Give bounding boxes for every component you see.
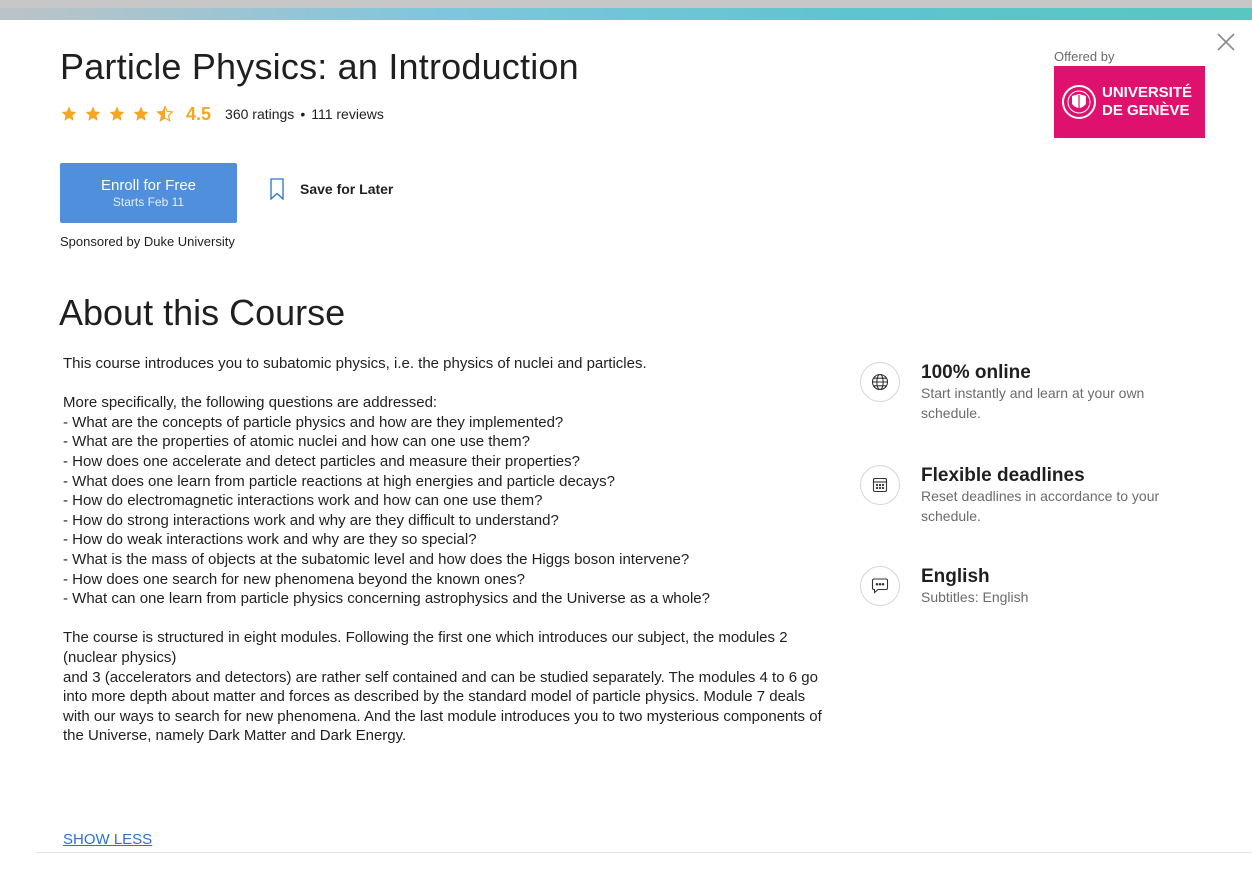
star-icon <box>85 106 101 121</box>
feature-title: Flexible deadlines <box>921 465 1085 486</box>
separator-dot: • <box>300 106 306 122</box>
logo-line2: DE GENÈVE <box>1102 102 1190 119</box>
logo-line1: UNIVERSITÉ <box>1102 84 1193 101</box>
reviews-count[interactable]: 111 reviews <box>311 106 384 122</box>
globe-icon <box>860 362 900 402</box>
question-item: - How do strong interactions work and wh… <box>63 511 559 529</box>
questions-intro: More specifically, the following questio… <box>63 394 438 412</box>
star-rating <box>60 105 180 123</box>
close-icon[interactable] <box>1214 30 1238 54</box>
sponsor-text: Sponsored by Duke University <box>60 234 235 249</box>
enroll-button[interactable]: Enroll for Free Starts Feb 11 <box>60 163 237 223</box>
save-for-later-button[interactable]: Save for Later <box>270 178 393 200</box>
ratings-count[interactable]: 360 ratings <box>225 106 294 122</box>
question-item: - What is the mass of objects at the sub… <box>63 550 690 568</box>
feature-online: 100% online Start instantly and learn at… <box>860 362 1191 423</box>
about-heading: About this Course <box>59 292 346 333</box>
enroll-start-date: Starts Feb 11 <box>112 194 185 209</box>
question-item: - What are the concepts of particle phys… <box>63 413 564 431</box>
star-icon <box>109 106 125 121</box>
divider <box>36 852 1252 853</box>
structure-text-2: and 3 (accelerators and detectors) are r… <box>63 668 822 745</box>
save-for-later-label: Save for Later <box>300 181 394 197</box>
feature-title: English <box>921 566 990 587</box>
rating-row: 4.5 360 ratings • 111 reviews <box>60 102 384 126</box>
enroll-label: Enroll for Free <box>100 176 197 194</box>
university-logo[interactable]: UNIVERSITÉ DE GENÈVE <box>1054 66 1205 138</box>
feature-subtitle: Start instantly and learn at your own sc… <box>921 385 1145 421</box>
structure-text-1: The course is structured in eight module… <box>63 629 788 666</box>
question-item: - How does one search for new phenomena … <box>63 570 525 588</box>
feature-language: English Subtitles: English <box>860 566 1191 608</box>
course-title: Particle Physics: an Introduction <box>60 46 579 87</box>
question-item: - How does one accelerate and detect par… <box>63 452 580 470</box>
seal-icon <box>1062 85 1096 119</box>
show-less-link[interactable]: SHOW LESS <box>63 831 152 848</box>
feature-subtitle: Subtitles: English <box>921 589 1029 605</box>
question-item: - How do weak interactions work and why … <box>63 531 477 549</box>
calendar-icon <box>860 465 900 505</box>
course-description: This course introduces you to subatomic … <box>63 354 823 746</box>
star-icon <box>61 106 77 121</box>
question-item: - What can one learn from particle physi… <box>63 590 710 608</box>
description-intro: This course introduces you to subatomic … <box>63 355 647 372</box>
offered-by-label: Offered by <box>1054 49 1115 64</box>
feature-title: 100% online <box>921 362 1031 383</box>
question-item: - What does one learn from particle reac… <box>63 472 615 490</box>
chat-bubble-icon <box>860 566 900 606</box>
feature-subtitle: Reset deadlines in accordance to your sc… <box>921 488 1160 524</box>
star-icon <box>133 106 149 121</box>
half-star-icon <box>156 105 174 122</box>
top-grey-strip <box>0 0 1252 8</box>
rating-value: 4.5 <box>186 103 212 124</box>
bookmark-icon <box>270 178 284 200</box>
question-item: - How do electromagnetic interactions wo… <box>63 492 543 510</box>
question-item: - What are the properties of atomic nucl… <box>63 433 530 451</box>
feature-deadlines: Flexible deadlines Reset deadlines in ac… <box>860 465 1191 526</box>
